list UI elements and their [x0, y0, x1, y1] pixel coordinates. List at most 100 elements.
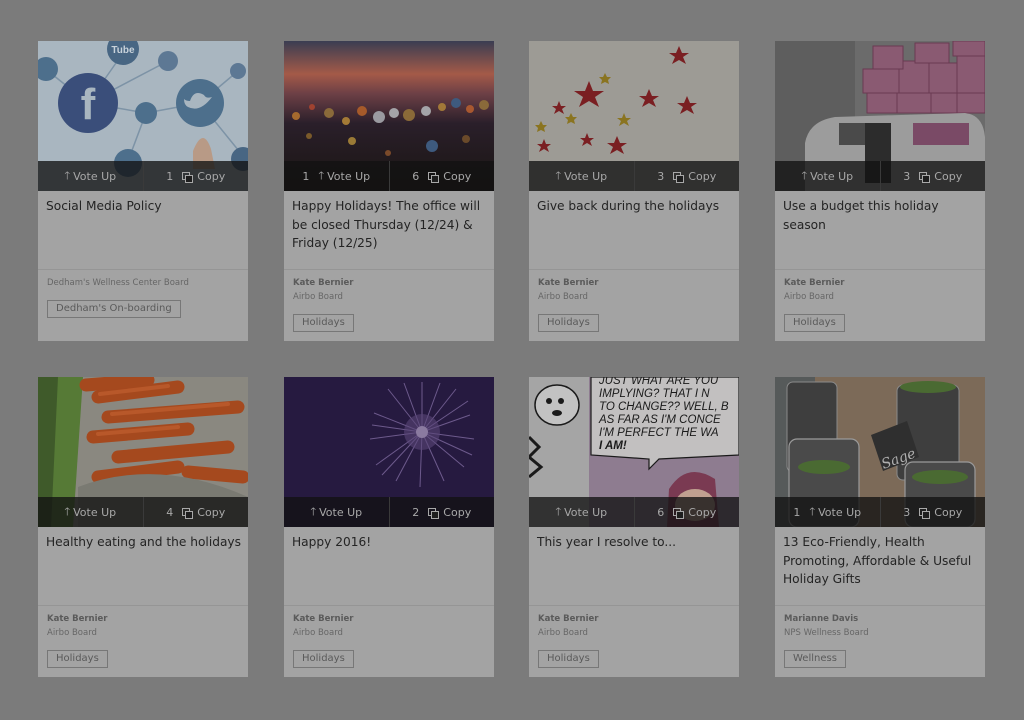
vote-up-button[interactable]: 🡑 Vote Up — [529, 161, 634, 191]
arrow-up-icon: 🡑 — [801, 168, 808, 182]
comic-text-line: AS FAR AS I'M CONCE — [598, 414, 721, 426]
vote-up-label: Vote Up — [564, 505, 608, 519]
vote-up-button[interactable]: 🡑 Vote Up — [529, 497, 634, 527]
board-name: Airbo Board — [293, 628, 343, 638]
author-name: Kate Bernier — [538, 614, 599, 624]
vote-up-button[interactable]: 🡑 Vote Up — [38, 161, 143, 191]
tile-action-bar: 🡑 Vote Up 3 Copy — [775, 161, 985, 191]
arrow-up-icon: 🡑 — [318, 168, 325, 182]
copy-label: Copy — [197, 505, 226, 519]
tile-card[interactable]: 🡑 Vote Up 3 Copy Give back during the ho… — [529, 41, 739, 341]
copy-button[interactable]: 3 Copy — [879, 497, 986, 527]
author-name: Kate Bernier — [293, 614, 354, 624]
arrow-up-icon: 🡑 — [64, 504, 71, 518]
tile-title[interactable]: Happy 2016! — [292, 533, 490, 552]
card-grid: f Tube 🡑 Vote Up 1 Copy Social Media Pol… — [0, 0, 1024, 720]
tag-badge[interactable]: Wellness — [784, 650, 846, 668]
vote-up-label: Vote Up — [810, 169, 854, 183]
arrow-up-icon: 🡑 — [310, 504, 317, 518]
tile-card[interactable]: 1 🡑 Vote Up 6 Copy Happy Holidays! The o… — [284, 41, 494, 341]
tile-title[interactable]: This year I resolve to... — [537, 533, 735, 552]
copy-button[interactable]: 1 Copy — [142, 161, 249, 191]
copy-icon — [428, 171, 440, 183]
copy-label: Copy — [443, 169, 472, 183]
tile-card[interactable]: Sage 1 🡑 Vote Up 3 Copy 13 Eco-Friendly,… — [775, 377, 985, 677]
divider — [284, 605, 494, 606]
copy-icon — [919, 507, 931, 519]
tile-title[interactable]: Use a budget this holiday season — [783, 197, 981, 234]
tile-card[interactable]: 🡑 Vote Up 2 Copy Happy 2016! Kate Bernie… — [284, 377, 494, 677]
board-name: Airbo Board — [784, 292, 834, 302]
tile-title[interactable]: Healthy eating and the holidays — [46, 533, 244, 552]
tile-title[interactable]: Social Media Policy — [46, 197, 244, 216]
vote-up-button[interactable]: 🡑 Vote Up — [38, 497, 143, 527]
tile-card[interactable]: JUST WHAT ARE YOU IMPLYING? THAT I N TO … — [529, 377, 739, 677]
tile-card[interactable]: 🡑 Vote Up 4 Copy Healthy eating and the … — [38, 377, 248, 677]
tile-action-bar: 1 🡑 Vote Up 3 Copy — [775, 497, 985, 527]
tag-badge[interactable]: Holidays — [538, 314, 599, 332]
divider — [529, 605, 739, 606]
social-logo-text: Tube — [111, 45, 135, 56]
tag-badge[interactable]: Holidays — [293, 650, 354, 668]
tile-action-bar: 🡑 Vote Up 2 Copy — [284, 497, 494, 527]
copy-count: 3 — [903, 169, 911, 183]
vote-up-button[interactable]: 1 🡑 Vote Up — [775, 497, 880, 527]
tag-badge[interactable]: Holidays — [538, 650, 599, 668]
vote-count: 1 — [793, 505, 801, 519]
vote-up-label: Vote Up — [327, 169, 371, 183]
tile-title[interactable]: Give back during the holidays — [537, 197, 735, 216]
copy-count: 3 — [657, 169, 665, 183]
tile-action-bar: 1 🡑 Vote Up 6 Copy — [284, 161, 494, 191]
author-name: Kate Bernier — [784, 278, 845, 288]
copy-button[interactable]: 6 Copy — [388, 161, 495, 191]
copy-icon — [673, 507, 685, 519]
copy-button[interactable]: 3 Copy — [879, 161, 986, 191]
copy-icon — [182, 507, 194, 519]
copy-button[interactable]: 2 Copy — [388, 497, 495, 527]
copy-button[interactable]: 4 Copy — [142, 497, 249, 527]
tile-action-bar: 🡑 Vote Up 6 Copy — [529, 497, 739, 527]
copy-icon — [182, 171, 194, 183]
copy-count: 3 — [903, 505, 911, 519]
author-name: Marianne Davis — [784, 614, 859, 624]
tile-card[interactable]: f Tube 🡑 Vote Up 1 Copy Social Media Pol… — [38, 41, 248, 341]
board-name: Airbo Board — [47, 628, 97, 638]
vote-up-label: Vote Up — [564, 169, 608, 183]
copy-label: Copy — [197, 169, 226, 183]
board-name: Dedham's Wellness Center Board — [47, 278, 189, 288]
svg-text:f: f — [81, 80, 96, 129]
vote-up-button[interactable]: 🡑 Vote Up — [284, 497, 389, 527]
vote-count: 1 — [302, 169, 310, 183]
copy-label: Copy — [443, 505, 472, 519]
comic-text-line: I AM! — [599, 440, 627, 452]
copy-label: Copy — [934, 169, 963, 183]
divider — [775, 269, 985, 270]
divider — [38, 269, 248, 270]
copy-label: Copy — [688, 169, 717, 183]
vote-up-button[interactable]: 🡑 Vote Up — [775, 161, 880, 191]
copy-label: Copy — [934, 505, 963, 519]
copy-count: 1 — [166, 169, 174, 183]
divider — [775, 605, 985, 606]
author-name: Kate Bernier — [47, 614, 108, 624]
vote-up-label: Vote Up — [818, 505, 862, 519]
tag-badge[interactable]: Dedham's On-boarding — [47, 300, 181, 318]
divider — [284, 269, 494, 270]
board-name: Airbo Board — [293, 292, 343, 302]
vote-up-button[interactable]: 1 🡑 Vote Up — [284, 161, 389, 191]
tag-badge[interactable]: Holidays — [47, 650, 108, 668]
copy-button[interactable]: 3 Copy — [633, 161, 740, 191]
tile-card[interactable]: 🡑 Vote Up 3 Copy Use a budget this holid… — [775, 41, 985, 341]
tag-badge[interactable]: Holidays — [784, 314, 845, 332]
copy-icon — [428, 507, 440, 519]
board-name: NPS Wellness Board — [784, 628, 869, 638]
vote-up-label: Vote Up — [73, 505, 117, 519]
tag-badge[interactable]: Holidays — [293, 314, 354, 332]
copy-button[interactable]: 6 Copy — [633, 497, 740, 527]
copy-count: 6 — [412, 169, 420, 183]
divider — [529, 269, 739, 270]
board-name: Airbo Board — [538, 292, 588, 302]
tile-title[interactable]: 13 Eco-Friendly, Health Promoting, Affor… — [783, 533, 981, 589]
tile-title[interactable]: Happy Holidays! The office will be close… — [292, 197, 490, 253]
copy-label: Copy — [688, 505, 717, 519]
